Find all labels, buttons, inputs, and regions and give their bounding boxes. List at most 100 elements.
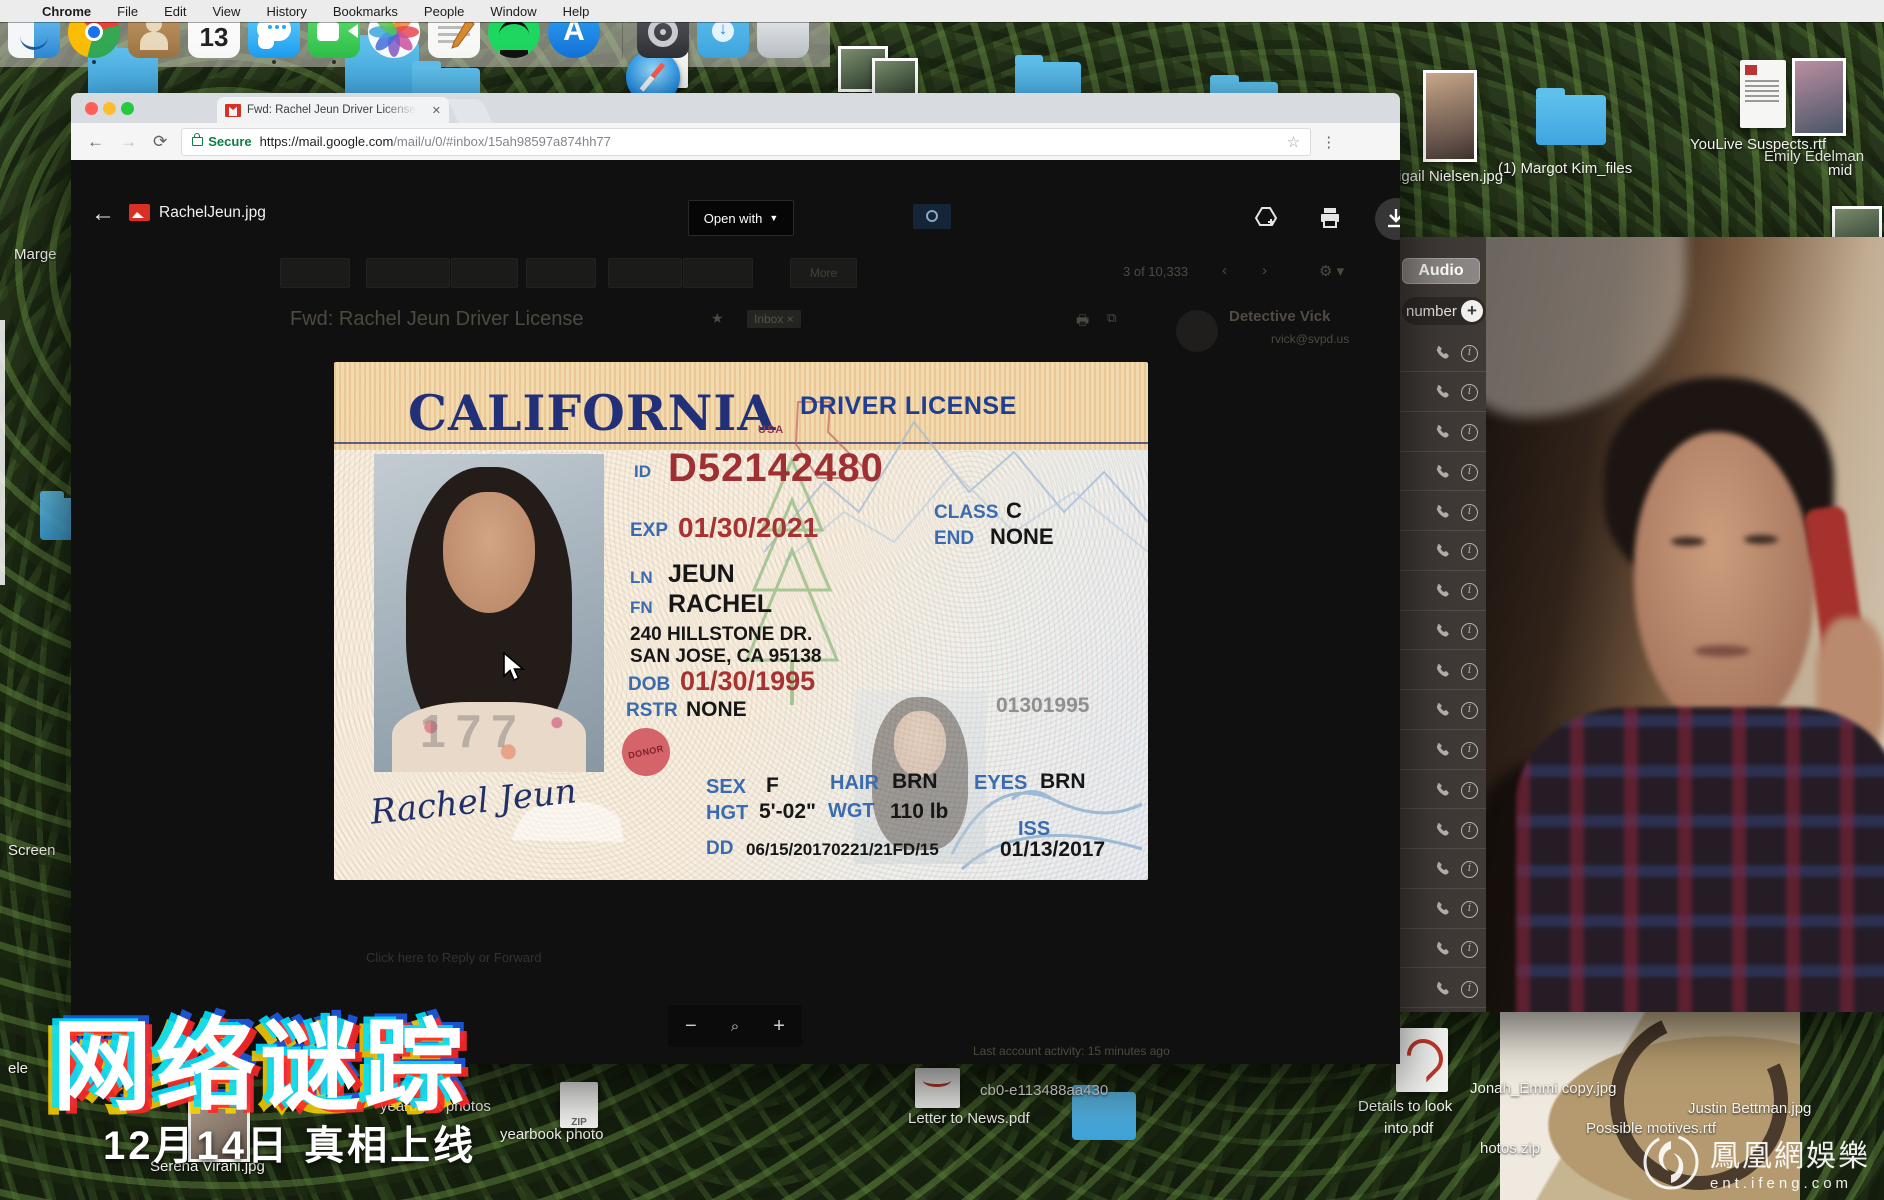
info-icon[interactable]: [1461, 464, 1478, 481]
emily-label-2[interactable]: mid: [1828, 162, 1852, 179]
info-icon[interactable]: [1461, 782, 1478, 799]
info-icon[interactable]: [1461, 663, 1478, 680]
recent-call-row[interactable]: [1400, 375, 1486, 412]
info-icon[interactable]: [1461, 583, 1478, 600]
recent-call-row[interactable]: [1400, 892, 1486, 929]
info-icon[interactable]: [1461, 384, 1478, 401]
download-icon[interactable]: [1384, 206, 1400, 230]
cb0-label[interactable]: cb0-e113488aa430: [980, 1082, 1108, 1099]
cb0-folder-icon[interactable]: [1072, 1092, 1136, 1140]
recent-call-row[interactable]: [1400, 534, 1486, 571]
details-label-1[interactable]: Details to look: [1358, 1098, 1452, 1115]
info-icon[interactable]: [1461, 504, 1478, 521]
add-contact-icon[interactable]: +: [1461, 300, 1483, 322]
zoom-in-icon[interactable]: +: [773, 1015, 785, 1038]
recent-call-row[interactable]: [1400, 574, 1486, 611]
info-icon[interactable]: [1461, 742, 1478, 759]
justin-label[interactable]: Justin Bettman.jpg: [1688, 1100, 1811, 1117]
info-icon[interactable]: [1461, 623, 1478, 640]
recent-call-row[interactable]: [1400, 415, 1486, 452]
phone-icon[interactable]: [1434, 782, 1451, 799]
phone-icon[interactable]: [1434, 504, 1451, 521]
marge-label[interactable]: Marge: [14, 246, 57, 263]
print-icon[interactable]: [1317, 206, 1343, 230]
add-to-drive-icon[interactable]: [1253, 206, 1279, 230]
phone-icon[interactable]: [1434, 464, 1451, 481]
yearbook-label-2[interactable]: yearbook photo: [500, 1126, 603, 1143]
margot-folder-label[interactable]: (1) Margot Kim_files: [1498, 160, 1632, 177]
details-label-2[interactable]: into.pdf: [1384, 1120, 1433, 1137]
phone-icon[interactable]: [1434, 663, 1451, 680]
details-pdf-icon[interactable]: [1396, 1028, 1448, 1092]
abigail-photo-icon[interactable]: [1423, 70, 1477, 162]
phone-icon[interactable]: [1434, 822, 1451, 839]
screen-label[interactable]: Screen: [8, 842, 56, 859]
preview-back-icon[interactable]: ←: [91, 200, 115, 228]
browser-menu-icon[interactable]: ⋮: [1321, 133, 1337, 151]
letter-label[interactable]: Letter to News.pdf: [908, 1110, 1030, 1127]
menu-edit[interactable]: Edit: [164, 4, 186, 19]
menu-window[interactable]: Window: [490, 4, 536, 19]
recent-call-row[interactable]: [1400, 335, 1486, 372]
menu-view[interactable]: View: [212, 4, 240, 19]
tab-close-icon[interactable]: ✕: [432, 104, 441, 117]
phone-icon[interactable]: [1434, 623, 1451, 640]
phone-icon[interactable]: [1434, 424, 1451, 441]
details-link[interactable]: Details: [1097, 1062, 1134, 1064]
zip-icon[interactable]: ZIP: [560, 1082, 598, 1128]
phone-icon[interactable]: [1434, 345, 1451, 362]
recent-call-row[interactable]: [1400, 931, 1486, 968]
phone-icon[interactable]: [1434, 583, 1451, 600]
info-icon[interactable]: [1461, 981, 1478, 998]
forward-icon[interactable]: →: [120, 132, 137, 152]
address-bar[interactable]: Secure https://mail.google.com /mail/u/0…: [181, 128, 1311, 156]
phone-icon[interactable]: [1434, 702, 1451, 719]
margot-folder-icon[interactable]: [1536, 95, 1606, 145]
new-tab-button[interactable]: [447, 99, 492, 123]
phone-icon[interactable]: [1434, 543, 1451, 560]
menu-help[interactable]: Help: [563, 4, 590, 19]
recent-call-row[interactable]: [1400, 693, 1486, 730]
recent-call-row[interactable]: [1400, 613, 1486, 650]
youlive-doc-icon[interactable]: [1740, 60, 1786, 128]
recent-call-row[interactable]: [1400, 852, 1486, 889]
desktop-photo[interactable]: [1792, 58, 1846, 136]
recent-call-row[interactable]: [1400, 494, 1486, 531]
info-icon[interactable]: [1461, 543, 1478, 560]
menu-file[interactable]: File: [117, 4, 138, 19]
letter-pdf-icon[interactable]: [915, 1068, 960, 1108]
recent-call-row[interactable]: [1400, 971, 1486, 1008]
info-icon[interactable]: [1461, 702, 1478, 719]
recent-call-row[interactable]: [1400, 653, 1486, 690]
menu-bookmarks[interactable]: Bookmarks: [333, 4, 398, 19]
abigail-label[interactable]: igail Nielsen.jpg: [1398, 168, 1503, 185]
recent-call-row[interactable]: [1400, 733, 1486, 770]
recent-call-row[interactable]: [1400, 772, 1486, 809]
info-icon[interactable]: [1461, 901, 1478, 918]
menu-people[interactable]: People: [424, 4, 464, 19]
phone-icon[interactable]: [1434, 901, 1451, 918]
bookmark-star-icon[interactable]: ☆: [1287, 133, 1300, 151]
zoom-window-button[interactable]: [121, 102, 134, 115]
facetime-search-field[interactable]: number +: [1402, 297, 1486, 325]
info-icon[interactable]: [1461, 822, 1478, 839]
phone-icon[interactable]: [1434, 861, 1451, 878]
recent-call-row[interactable]: [1400, 812, 1486, 849]
phone-icon[interactable]: [1434, 941, 1451, 958]
jonah-label[interactable]: Jonah_Emmi copy.jpg: [1470, 1080, 1616, 1097]
info-icon[interactable]: [1461, 424, 1478, 441]
open-with-button[interactable]: Open with ▼: [688, 200, 794, 236]
phone-icon[interactable]: [1434, 981, 1451, 998]
info-icon[interactable]: [1461, 345, 1478, 362]
info-icon[interactable]: [1461, 861, 1478, 878]
minimize-window-button[interactable]: [103, 102, 116, 115]
browser-tab[interactable]: Fwd: Rachel Jeun Driver License ✕: [217, 97, 449, 123]
menu-history[interactable]: History: [266, 4, 306, 19]
hotos-label[interactable]: hotos.zip: [1480, 1140, 1540, 1157]
info-icon[interactable]: [1461, 941, 1478, 958]
phone-icon[interactable]: [1434, 742, 1451, 759]
reload-icon[interactable]: ⟳: [153, 132, 167, 152]
audio-tab[interactable]: Audio: [1402, 258, 1480, 284]
menu-chrome[interactable]: Chrome: [42, 4, 91, 19]
zoom-out-icon[interactable]: −: [685, 1015, 697, 1038]
